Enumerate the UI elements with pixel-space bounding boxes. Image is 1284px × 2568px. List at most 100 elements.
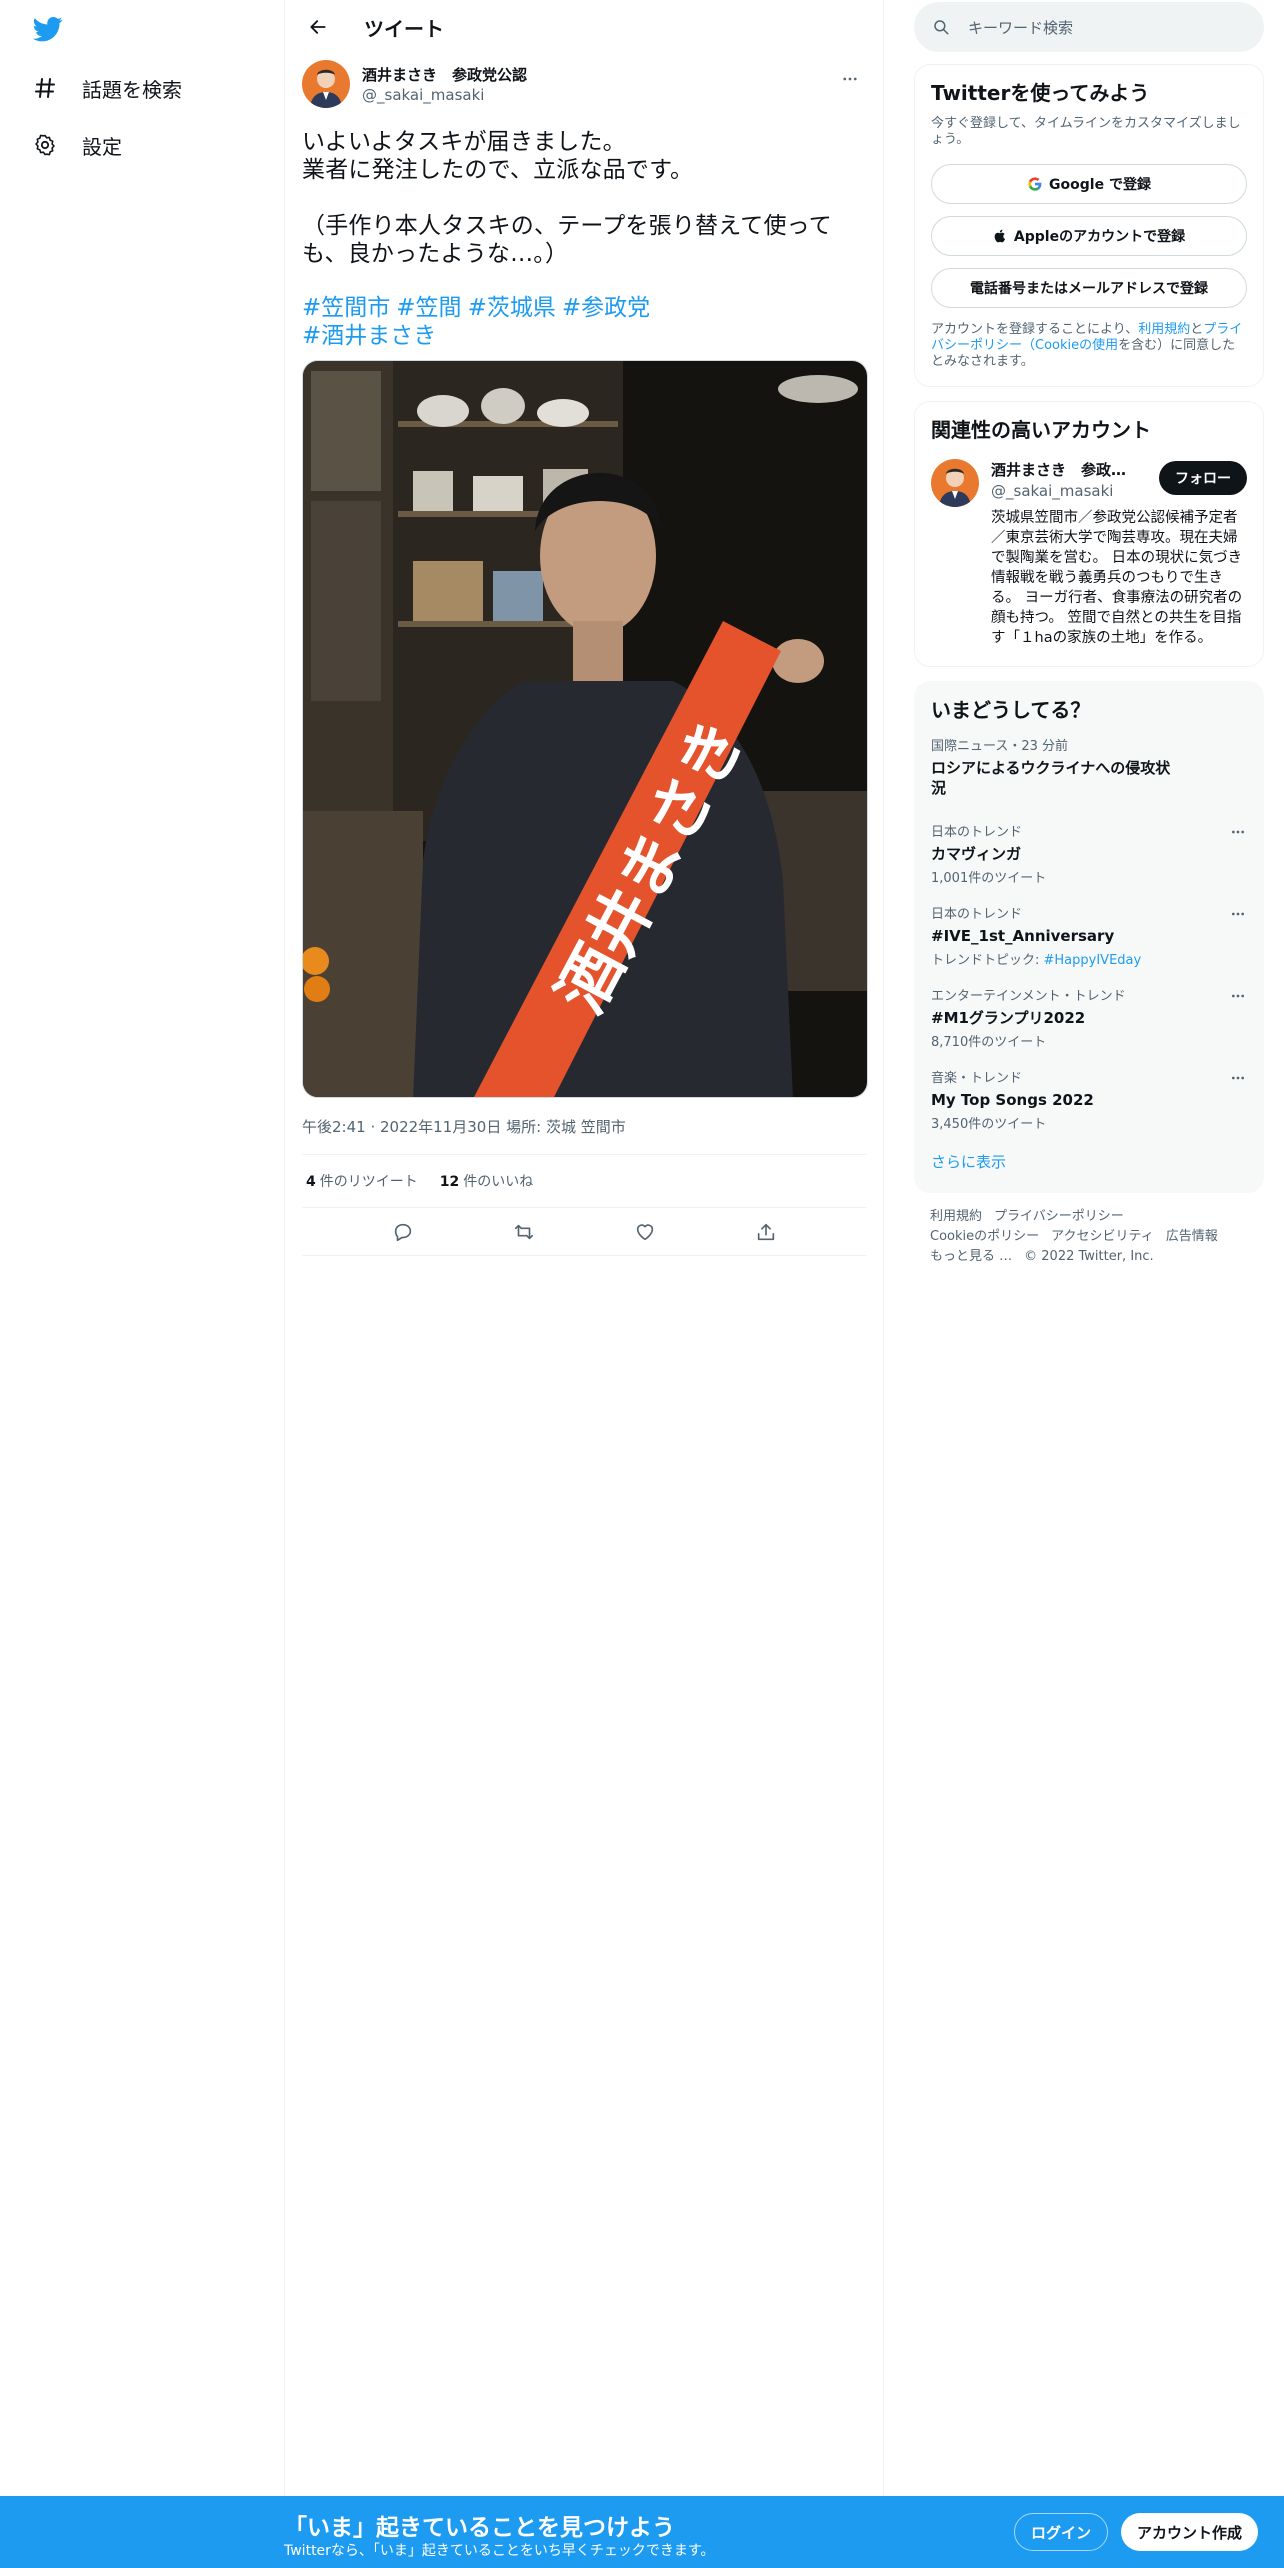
hashtag-link[interactable]: #笠間 [396,295,461,321]
more-dots-icon[interactable] [1225,983,1251,1009]
bottom-bar-subtitle: Twitterなら、「いま」起きていることをいち早くチェックできます。 [284,2543,715,2559]
bottom-bar-title: 「いま」起きていることを見つけよう [284,2515,675,2541]
retweet-button[interactable] [507,1215,541,1249]
footer-link[interactable]: 利用規約 [930,1209,982,1224]
legal-text: アカウントを登録することにより、 [931,322,1139,337]
google-signup-button[interactable]: Google で登録 [931,164,1247,204]
trend-count-prefix: トレンドトピック: [931,953,1044,968]
like-button[interactable] [628,1215,662,1249]
trend-item[interactable]: 音楽・トレンド My Top Songs 2022 3,450件のツイート [915,1055,1263,1137]
related-name[interactable]: 酒井まさき 参政党公認 [991,459,1141,480]
apple-signup-button[interactable]: Appleのアカウントで登録 [931,216,1247,256]
related-account[interactable]: 酒井まさき 参政党公認 @_sakai_masaki 茨城県笠間市／参政党公認候… [915,443,1263,666]
footer-link[interactable]: Cookieのポリシー [930,1229,1039,1244]
retweet-icon [514,1224,533,1239]
login-button[interactable]: ログイン [1014,2513,1109,2551]
trend-item[interactable]: 日本のトレンド カマヴィンガ 1,001件のツイート [915,809,1263,891]
phone-email-signup-label: 電話番号またはメールアドレスで登録 [970,281,1208,297]
trend-item[interactable]: エンターテインメント・トレンド #M1グランプリ2022 8,710件のツイート [915,973,1263,1055]
legal-text: と [1190,322,1204,337]
tweet-photo[interactable]: 酒井まさき [302,360,868,1098]
search-icon [934,20,949,35]
follow-button[interactable]: フォロー [1159,461,1247,495]
phone-email-signup-button[interactable]: 電話番号またはメールアドレスで登録 [931,268,1247,308]
trend-item[interactable]: 国際ニュース・23 分前 ロシアによるウクライナへの侵攻状況 [915,723,1263,809]
trends-card: いまどうしてる？ 国際ニュース・23 分前 ロシアによるウクライナへの侵攻状況 … [914,681,1264,1193]
show-more-link[interactable]: さらに表示 [915,1137,1263,1192]
right-sidebar: キーワード検索 Twitterを使ってみよう 今すぐ登録して、タイムラインをカス… [914,0,1264,1267]
footer-link[interactable]: 広告情報 [1166,1229,1218,1244]
more-dots-icon[interactable] [1225,901,1251,927]
main-header: ツイート [286,0,883,54]
bottom-signup-bar: 「いま」起きていることを見つけよう Twitterなら、「いま」起きていることを… [0,2496,1284,2568]
hashtag-link[interactable]: #笠間市 [302,295,390,321]
author-name[interactable]: 酒井まさき 参政党公認 [362,64,527,85]
trend-context: 国際ニュース・23 分前 [931,739,1069,754]
tweet-meta: 午後2:41 · 2022年11月30日 場所: 茨城 笠間市 [302,1118,626,1136]
reply-button[interactable] [386,1215,420,1249]
retweet-count[interactable]: 4 件のリツイート [306,1171,418,1191]
hashtag-icon [32,75,58,101]
like-count[interactable]: 12 件のいいね [440,1171,533,1191]
tweet-time[interactable]: 午後2:41 [302,1118,366,1136]
trend-context: エンターテインメント・トレンド [931,989,1126,1004]
tweet-author: 酒井まさき 参政党公認 @_sakai_masaki [302,54,867,114]
trend-title: カマヴィンガ [931,845,1022,863]
google-icon [1027,176,1043,192]
gear-icon [32,132,58,158]
apple-signup-label: Appleのアカウントで登録 [1013,229,1186,245]
share-button[interactable] [749,1215,783,1249]
footer-link[interactable]: プライバシーポリシー [994,1209,1124,1224]
trend-count: 3,450件のツイート [931,1117,1047,1132]
trend-count: トレンドトピック: #HappyIVEday [931,949,1247,968]
more-dots-icon[interactable] [1225,1065,1251,1091]
trend-item[interactable]: 日本のトレンド #IVE_1st_Anniversary トレンドトピック: #… [915,891,1263,973]
signup-legal: アカウントを登録することにより、利用規約とプライバシーポリシー（Cookieの使… [915,308,1263,386]
hashtag-link[interactable]: #茨城県 [468,295,556,321]
back-button[interactable] [300,9,336,45]
trend-title: #M1グランプリ2022 [931,1009,1086,1027]
tweet-date[interactable]: 2022年11月30日 [380,1118,501,1136]
apple-icon [993,228,1008,244]
footer-more-link[interactable]: もっと見る … [930,1249,1012,1264]
terms-link[interactable]: 利用規約 [1138,322,1190,337]
nav-explore-label: 話題を検索 [82,77,182,102]
trend-title: My Top Songs 2022 [931,1091,1094,1109]
main-column: ツイート 酒井まさき 参政党公認 @_sakai_masaki いよいよタスキが… [286,0,884,2496]
author-handle[interactable]: @_sakai_masaki [362,86,527,104]
more-button[interactable] [833,62,867,96]
nav-settings-label: 設定 [82,134,122,159]
left-nav: 話題を検索 設定 [0,0,285,2496]
trend-title: ロシアによるウクライナへの侵攻状況 [931,759,1171,797]
trends-title: いまどうしてる？ [931,698,1091,722]
signup-card: Twitterを使ってみよう 今すぐ登録して、タイムラインをカスタマイズしましょ… [914,64,1264,387]
tweet-text: いよいよタスキが届きました。 業者に発注したので、立派な品です。 （手作り本人タ… [302,129,832,267]
arrow-left-icon [310,20,326,34]
nav-explore[interactable]: 話題を検索 [32,68,182,108]
more-dots-icon[interactable] [1225,819,1251,845]
trend-context: 日本のトレンド [931,825,1023,840]
nav-settings[interactable]: 設定 [32,125,122,165]
cookie-link[interactable]: （Cookieの使用 [1022,338,1118,353]
hashtag-link[interactable]: #酒井まさき [302,323,436,349]
related-bio: 茨城県笠間市／参政党公認候補予定者／東京芸術大学で陶芸専攻。現在夫婦で製陶業を営… [991,510,1243,646]
trend-topic-link[interactable]: #HappyIVEday [1044,953,1142,968]
avatar[interactable] [302,60,350,108]
twitter-logo-icon[interactable] [30,14,66,44]
trend-title: #IVE_1st_Anniversary [931,927,1115,945]
tweet-place[interactable]: 茨城 笠間市 [546,1118,626,1136]
page-title: ツイート [364,16,444,41]
signup-button[interactable]: アカウント作成 [1121,2513,1259,2551]
share-icon [758,1223,775,1240]
reply-icon [394,1223,411,1241]
copyright: © 2022 Twitter, Inc. [1024,1249,1154,1264]
hashtag-link[interactable]: #参政党 [562,295,650,321]
search-input[interactable]: キーワード検索 [914,2,1264,52]
more-dots-icon [843,77,857,81]
avatar[interactable] [931,459,979,507]
tweet-stats: 4 件のリツイート 12 件のいいね [302,1155,867,1207]
trend-context: 日本のトレンド [931,907,1023,922]
footer-link[interactable]: アクセシビリティ [1051,1229,1154,1244]
heart-icon [636,1223,654,1240]
search-placeholder: キーワード検索 [968,18,1074,37]
